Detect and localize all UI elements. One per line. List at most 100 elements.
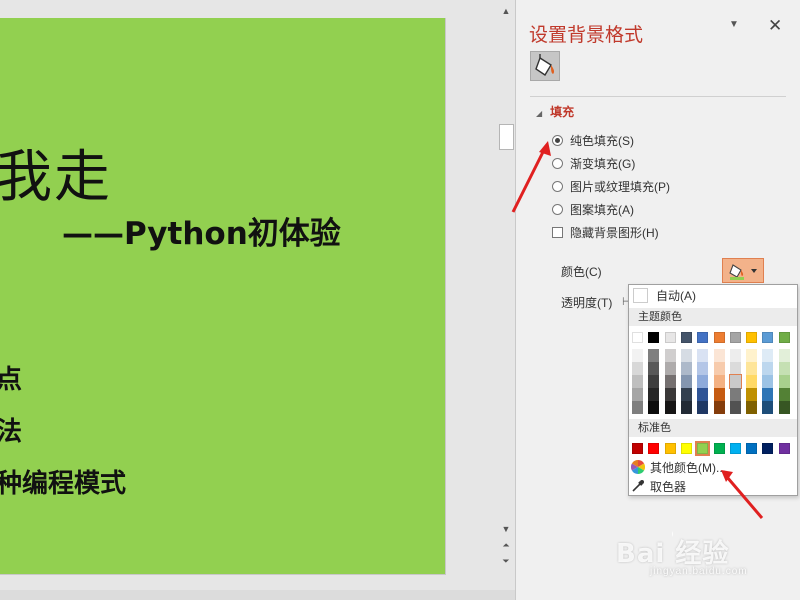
theme-shade-swatch[interactable]	[746, 388, 758, 401]
theme-color-swatch[interactable]	[778, 332, 790, 343]
theme-color-swatch[interactable]	[729, 332, 741, 343]
slide-title[interactable]: 我走	[0, 132, 112, 213]
standard-color-swatch[interactable]	[762, 443, 774, 454]
theme-color-swatch[interactable]	[713, 332, 725, 343]
theme-shade-swatch[interactable]	[778, 401, 790, 414]
pattern-fill-radio[interactable]: 图案填充(A)	[552, 200, 634, 218]
standard-color-swatch[interactable]	[680, 443, 692, 454]
theme-color-swatch[interactable]	[680, 332, 692, 343]
theme-shade-swatch[interactable]	[762, 388, 774, 401]
theme-shade-swatch[interactable]	[648, 349, 660, 362]
standard-color-swatch[interactable]	[648, 443, 660, 454]
scroll-down-arrow-icon[interactable]: ▼	[500, 522, 512, 536]
theme-shade-swatch[interactable]	[778, 388, 790, 401]
theme-shade-swatch[interactable]	[762, 375, 774, 388]
theme-shade-swatch[interactable]	[697, 388, 709, 401]
theme-shade-swatch[interactable]	[729, 401, 741, 414]
theme-shade-swatch[interactable]	[746, 362, 758, 375]
theme-shade-swatch[interactable]	[729, 388, 741, 401]
theme-color-swatch[interactable]	[697, 332, 709, 343]
standard-color-swatch[interactable]	[713, 443, 725, 454]
theme-shade-swatch[interactable]	[632, 362, 643, 375]
theme-shade-swatch[interactable]	[713, 388, 725, 401]
theme-color-swatch[interactable]	[648, 332, 660, 343]
slide-subtitle[interactable]: ——Python初体验	[62, 208, 341, 253]
scroll-up-arrow-icon[interactable]: ▲	[500, 4, 512, 18]
theme-shade-swatch[interactable]	[664, 362, 676, 375]
theme-shade-swatch[interactable]	[680, 349, 692, 362]
theme-shade-swatch[interactable]	[713, 362, 725, 375]
pane-options-dropdown-icon[interactable]: ▼	[729, 19, 739, 30]
theme-shade-swatch[interactable]	[697, 349, 709, 362]
theme-shade-swatch[interactable]	[746, 349, 758, 362]
picture-fill-radio[interactable]: 图片或纹理填充(P)	[552, 177, 670, 195]
slide-bullet[interactable]: 法	[0, 411, 22, 448]
solid-fill-radio[interactable]: 纯色填充(S)	[552, 131, 634, 149]
eyedropper-option[interactable]: 取色器	[629, 477, 797, 495]
theme-shade-swatch[interactable]	[729, 362, 741, 375]
theme-shade-swatch[interactable]	[762, 362, 774, 375]
hide-background-graphics-checkbox[interactable]: 隐藏背景图形(H)	[552, 223, 659, 241]
next-slide-icon[interactable]: ⏷	[500, 556, 512, 570]
theme-shade-swatch[interactable]	[680, 362, 692, 375]
fill-section-header[interactable]: ◢ 填充	[536, 103, 574, 120]
theme-shade-swatch[interactable]	[713, 401, 725, 414]
theme-shade-swatch[interactable]	[632, 401, 643, 414]
theme-shade-swatch[interactable]	[664, 375, 676, 388]
theme-shade-swatch[interactable]	[648, 388, 660, 401]
close-icon[interactable]: ✕	[768, 16, 782, 36]
theme-shade-swatch[interactable]	[762, 401, 774, 414]
radio-button-icon[interactable]	[552, 180, 563, 192]
radio-button-icon[interactable]	[552, 134, 563, 146]
standard-color-swatch[interactable]	[746, 443, 758, 454]
standard-color-swatch[interactable]	[664, 443, 676, 454]
theme-shade-swatch[interactable]	[746, 401, 758, 414]
more-colors-option[interactable]: 其他颜色(M)...	[629, 458, 797, 476]
theme-shade-swatch[interactable]	[697, 362, 709, 375]
theme-shade-swatch[interactable]	[778, 362, 790, 375]
paint-bucket-icon[interactable]	[530, 51, 560, 81]
standard-color-swatch[interactable]	[778, 443, 790, 454]
theme-color-swatch[interactable]	[664, 332, 676, 343]
theme-shade-swatch[interactable]	[728, 374, 742, 389]
slide-bullet[interactable]: 点	[0, 359, 22, 396]
theme-color-swatch[interactable]	[762, 332, 774, 343]
standard-color-swatch[interactable]	[695, 441, 711, 456]
theme-color-swatch[interactable]	[746, 332, 758, 343]
theme-color-swatch[interactable]	[632, 332, 643, 343]
vertical-scrollbar[interactable]: ▲ ▼ ⏶ ⏷	[498, 4, 514, 566]
theme-shade-swatch[interactable]	[778, 349, 790, 362]
radio-button-icon[interactable]	[552, 203, 563, 215]
theme-shade-swatch[interactable]	[713, 375, 725, 388]
theme-shade-swatch[interactable]	[632, 375, 643, 388]
theme-shade-swatch[interactable]	[632, 388, 643, 401]
theme-shade-swatch[interactable]	[632, 349, 643, 362]
theme-shade-swatch[interactable]	[680, 401, 692, 414]
theme-shade-swatch[interactable]	[648, 375, 660, 388]
theme-shade-swatch[interactable]	[762, 349, 774, 362]
slide-bullet[interactable]: 种编程模式	[0, 463, 126, 500]
gradient-fill-radio[interactable]: 渐变填充(G)	[552, 154, 635, 172]
standard-color-swatch[interactable]	[632, 443, 643, 454]
theme-shade-swatch[interactable]	[664, 388, 676, 401]
theme-shade-swatch[interactable]	[729, 349, 741, 362]
theme-shade-swatch[interactable]	[697, 401, 709, 414]
theme-shade-swatch[interactable]	[664, 349, 676, 362]
theme-shade-swatch[interactable]	[648, 362, 660, 375]
slide-canvas[interactable]: 我走 ——Python初体验 点 法 种编程模式	[0, 18, 446, 575]
checkbox-icon[interactable]	[552, 226, 563, 238]
theme-shade-swatch[interactable]	[713, 349, 725, 362]
scroll-thumb[interactable]	[499, 124, 514, 150]
theme-shade-swatch[interactable]	[680, 375, 692, 388]
theme-shade-swatch[interactable]	[680, 388, 692, 401]
theme-shade-swatch[interactable]	[697, 375, 709, 388]
theme-shade-swatch[interactable]	[664, 401, 676, 414]
standard-color-swatch[interactable]	[729, 443, 741, 454]
fill-color-dropdown-button[interactable]	[722, 258, 764, 283]
theme-shade-swatch[interactable]	[778, 375, 790, 388]
automatic-color-option[interactable]: 自动(A)	[629, 286, 797, 304]
previous-slide-icon[interactable]: ⏶	[500, 540, 512, 554]
theme-shade-swatch[interactable]	[648, 401, 660, 414]
radio-button-icon[interactable]	[552, 157, 563, 169]
theme-shade-swatch[interactable]	[746, 375, 758, 388]
